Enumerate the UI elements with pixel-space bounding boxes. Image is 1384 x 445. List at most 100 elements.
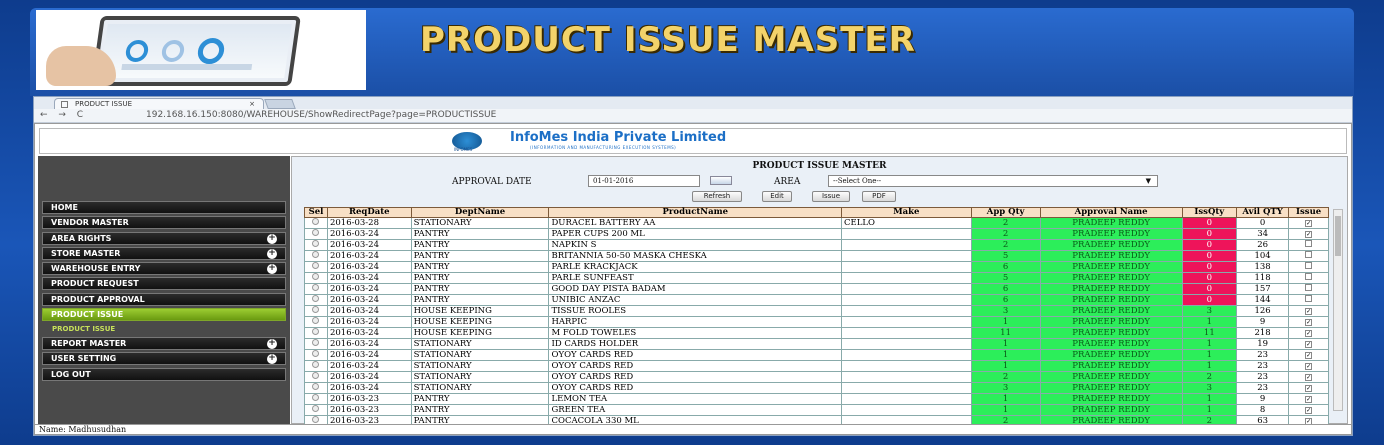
issue-checkbox[interactable] (1305, 262, 1313, 269)
iss-qty-cell: 0 (1181, 261, 1237, 273)
issue-checkbox[interactable]: ✓ (1305, 219, 1313, 227)
approval-name-cell: PRADEEP REDDY (1039, 327, 1183, 339)
table-row[interactable]: 2016-03-24 PANTRY BRITANNIA 50-50 MASKA CH… (304, 250, 1329, 262)
sidebar-item-product-issue[interactable]: PRODUCT ISSUE (42, 307, 286, 321)
row-select-radio[interactable] (312, 394, 320, 401)
table-scrollbar[interactable] (1333, 209, 1343, 411)
table-row[interactable]: 2016-03-28 STATIONARY DURACEL BATTERY AA CE… (304, 217, 1329, 229)
table-row[interactable]: 2016-03-23 PANTRY LEMON TEA 1 PRADEEP REDDY 1… (304, 393, 1329, 405)
sidebar-item-product-request[interactable]: PRODUCT REQUEST (42, 277, 286, 291)
issue-checkbox[interactable]: ✓ (1305, 318, 1313, 326)
table-row[interactable]: 2016-03-24 HOUSE KEEPING TISSUE ROOLES 3 PRA… (304, 305, 1329, 317)
url-input[interactable]: 192.168.16.150:8080/WAREHOUSE/ShowRedire… (146, 110, 496, 120)
issue-cell: ✓ (1288, 327, 1329, 339)
row-select-radio[interactable] (312, 273, 320, 280)
row-select-radio[interactable] (312, 251, 320, 258)
column-header[interactable]: Approval Name (1039, 207, 1183, 218)
row-select-radio[interactable] (312, 240, 320, 247)
issue-checkbox[interactable]: ✓ (1305, 340, 1313, 348)
column-header[interactable]: Make (841, 207, 972, 218)
issue-checkbox[interactable] (1305, 273, 1313, 280)
column-header[interactable]: App Qty (970, 207, 1041, 218)
issue-checkbox[interactable]: ✓ (1305, 307, 1313, 315)
column-header[interactable]: ProductName (548, 207, 843, 218)
row-select-radio[interactable] (312, 339, 320, 346)
issue-checkbox[interactable]: ✓ (1305, 362, 1313, 370)
table-row[interactable]: 2016-03-24 STATIONARY ID CARDS HOLDER 1 PRAD… (304, 338, 1329, 350)
expand-plus-icon[interactable]: + (267, 339, 277, 349)
edit-button[interactable]: Edit (762, 191, 792, 202)
new-tab-button[interactable] (264, 99, 296, 109)
issue-checkbox[interactable]: ✓ (1305, 373, 1313, 381)
row-select-radio[interactable] (312, 328, 320, 335)
scrollbar-thumb[interactable] (1335, 216, 1341, 256)
row-select-radio[interactable] (312, 383, 320, 390)
row-select-radio[interactable] (312, 350, 320, 357)
row-select-radio[interactable] (312, 218, 320, 225)
row-select-radio[interactable] (312, 284, 320, 291)
row-select-radio[interactable] (312, 361, 320, 368)
issue-checkbox[interactable]: ✓ (1305, 329, 1313, 337)
table-row[interactable]: 2016-03-24 STATIONARY OYOY CARDS RED 3 PRADE… (304, 382, 1329, 394)
table-row[interactable]: 2016-03-24 PANTRY UNIBIC ANZAC 6 PRADEEP RED… (304, 294, 1329, 306)
table-row[interactable]: 2016-03-24 PANTRY NAPKIN S 2 PRADEEP REDDY 0 2… (304, 239, 1329, 251)
row-select-radio[interactable] (312, 416, 320, 423)
column-header[interactable]: DeptName (410, 207, 550, 218)
expand-plus-icon[interactable]: + (267, 354, 277, 365)
table-row[interactable]: 2016-03-24 HOUSE KEEPING M FOLD TOWELES 11 P… (304, 327, 1329, 339)
sidebar-item-log-out[interactable]: LOG OUT (42, 367, 286, 381)
issue-checkbox[interactable]: ✓ (1305, 395, 1313, 403)
row-select-cell (304, 404, 328, 416)
row-select-radio[interactable] (312, 229, 320, 236)
sidebar-item-warehouse-entry[interactable]: WAREHOUSE ENTRY + (42, 262, 286, 275)
sidebar-item-store-master[interactable]: STORE MASTER + (42, 246, 286, 260)
calendar-icon[interactable] (710, 176, 732, 185)
table-row[interactable]: 2016-03-24 HOUSE KEEPING HARPIC 1 PRADEEP RE… (304, 316, 1329, 328)
area-select[interactable]: --Select One-- ▼ (828, 175, 1158, 187)
issue-checkbox[interactable]: ✓ (1305, 351, 1313, 359)
issue-checkbox[interactable]: ✓ (1305, 230, 1313, 238)
issue-checkbox[interactable] (1305, 240, 1313, 247)
sidebar-item-vendor-master[interactable]: VENDOR MASTER (42, 216, 286, 230)
table-row[interactable]: 2016-03-24 STATIONARY OYOY CARDS RED 2 PRADE… (304, 371, 1329, 383)
table-row[interactable]: 2016-03-24 PANTRY PARLE SUNFEAST 5 PRADEEP R… (304, 272, 1329, 284)
row-select-radio[interactable] (312, 306, 320, 313)
tab-product-issue[interactable]: PRODUCT ISSUE × (54, 98, 264, 109)
row-select-radio[interactable] (312, 405, 320, 412)
expand-plus-icon[interactable]: + (267, 248, 277, 259)
expand-plus-icon[interactable]: + (267, 264, 277, 274)
row-select-radio[interactable] (312, 262, 320, 269)
column-header[interactable]: IssQty (1181, 207, 1237, 218)
issue-checkbox[interactable] (1305, 251, 1313, 258)
pdf-button[interactable]: PDF (862, 191, 896, 202)
table-row[interactable]: 2016-03-24 PANTRY GOOD DAY PISTA BADAM 6 PRA… (304, 283, 1329, 295)
issue-checkbox[interactable] (1305, 295, 1313, 302)
expand-plus-icon[interactable]: + (267, 233, 277, 244)
sidebar-subitem-product-issue[interactable]: PRODUCT ISSUE (42, 323, 286, 335)
table-row[interactable]: 2016-03-24 STATIONARY OYOY CARDS RED 1 PRADE… (304, 360, 1329, 372)
table-row[interactable]: 2016-03-24 PANTRY PAPER CUPS 200 ML 2 PRADEE… (304, 228, 1329, 240)
sidebar-item-home[interactable]: HOME (42, 201, 286, 214)
issue-button[interactable]: Issue (812, 191, 850, 202)
refresh-button[interactable]: Refresh (692, 191, 742, 202)
issue-checkbox[interactable] (1305, 284, 1313, 291)
nav-buttons[interactable]: ← → C (40, 110, 87, 120)
sidebar-item-user-setting[interactable]: USER SETTING + (42, 352, 286, 366)
issue-checkbox[interactable]: ✓ (1305, 384, 1313, 392)
column-header[interactable]: Sel (304, 207, 328, 218)
sidebar-item-product-approval[interactable]: PRODUCT APPROVAL (42, 292, 286, 306)
table-row[interactable]: 2016-03-24 PANTRY PARLE KRACKJACK 6 PRADEEP … (304, 261, 1329, 273)
column-header[interactable]: Avil QTY (1235, 207, 1290, 218)
column-header[interactable]: Issue (1288, 207, 1329, 218)
issue-checkbox[interactable]: ✓ (1305, 406, 1313, 414)
close-icon[interactable]: × (249, 99, 255, 109)
row-select-radio[interactable] (312, 295, 320, 302)
row-select-radio[interactable] (312, 372, 320, 379)
approval-date-input[interactable]: 01-01-2016 (588, 175, 700, 187)
table-row[interactable]: 2016-03-24 STATIONARY OYOY CARDS RED 1 PRADE… (304, 349, 1329, 361)
sidebar-item-area-rights[interactable]: AREA RIGHTS + (42, 231, 286, 245)
sidebar-item-report-master[interactable]: REPORT MASTER + (42, 337, 286, 350)
table-row[interactable]: 2016-03-23 PANTRY GREEN TEA 1 PRADEEP REDDY 1… (304, 404, 1329, 416)
column-header[interactable]: ReqDate (326, 207, 412, 218)
row-select-radio[interactable] (312, 317, 320, 324)
